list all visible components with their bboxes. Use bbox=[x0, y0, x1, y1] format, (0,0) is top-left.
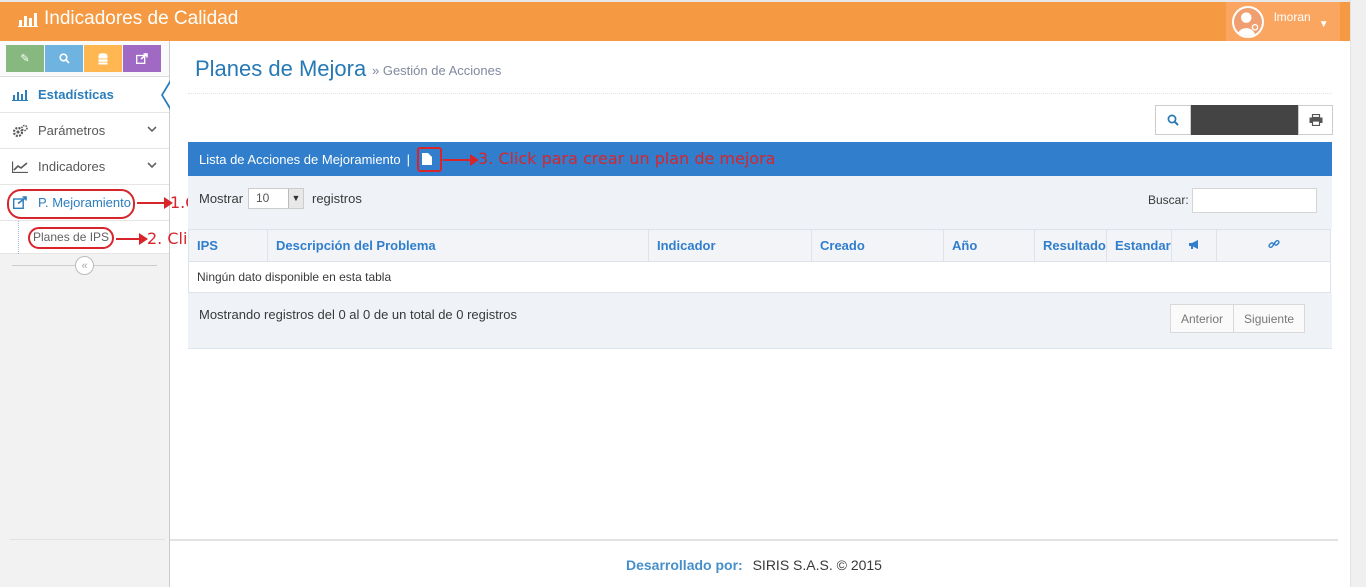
sidebar-collapse: « bbox=[0, 254, 169, 280]
page-subtitle: » Gestión de Acciones bbox=[372, 63, 502, 78]
annotation-step3: 3. Click para crear un plan de mejora bbox=[478, 149, 776, 168]
column-estandar[interactable]: Estandar bbox=[1106, 229, 1172, 262]
top-navbar: Indicadores de Calidad lmoran ▼ bbox=[0, 0, 1350, 41]
next-button[interactable]: Siguiente bbox=[1234, 304, 1306, 333]
sidebar-item-label: Indicadores bbox=[38, 159, 106, 174]
table-header-row: IPS Descripción del Problema Indicador C… bbox=[188, 229, 1331, 262]
datatable-controls: Mostrar 10 ▼ registros Buscar: bbox=[188, 176, 1332, 229]
bullhorn-icon bbox=[1189, 240, 1198, 249]
datatable-footer: Mostrando registros del 0 al 0 de un tot… bbox=[188, 293, 1332, 349]
table-row: Ningún dato disponible en esta tabla bbox=[188, 261, 1331, 293]
shortcut-database-button[interactable] bbox=[84, 45, 122, 72]
chevron-down-icon bbox=[147, 160, 157, 172]
sidebar-item-estadisticas[interactable]: Estadísticas bbox=[0, 77, 171, 113]
wrench-icon: ✎ bbox=[20, 53, 30, 65]
bar-chart-icon bbox=[11, 88, 29, 102]
active-indicator bbox=[161, 80, 171, 110]
user-avatar-icon bbox=[1234, 7, 1262, 36]
length-label: Mostrar bbox=[199, 191, 244, 206]
table-info: Mostrando registros del 0 al 0 de un tot… bbox=[199, 307, 517, 322]
link-icon bbox=[1267, 239, 1280, 249]
sidebar: ✎ Estadísticas Parámetros Indicadores P.… bbox=[0, 41, 171, 587]
footer: Desarrollado por: SIRIS S.A.S. © 2015 bbox=[170, 539, 1338, 587]
caret-down-icon: ▼ bbox=[1318, 19, 1329, 30]
column-link[interactable] bbox=[1216, 229, 1331, 262]
sidebar-item-parametros[interactable]: Parámetros bbox=[0, 113, 169, 149]
annotation-oval-step2 bbox=[28, 227, 114, 249]
column-descripcion[interactable]: Descripción del Problema bbox=[267, 229, 649, 262]
redacted-block bbox=[1191, 105, 1298, 135]
tool-search-button[interactable] bbox=[1155, 105, 1191, 135]
user-name: lmoran bbox=[1274, 9, 1311, 24]
line-chart-icon bbox=[11, 160, 29, 174]
brand[interactable]: Indicadores de Calidad bbox=[18, 8, 238, 30]
vertical-scrollbar[interactable] bbox=[1350, 0, 1366, 587]
table-title: Lista de Acciones de Mejoramiento bbox=[199, 151, 401, 167]
app-title: Indicadores de Calidad bbox=[44, 8, 239, 29]
sidebar-item-label: Parámetros bbox=[38, 123, 106, 138]
length-value: 10 bbox=[256, 191, 270, 205]
search-input[interactable] bbox=[1192, 188, 1317, 213]
page-title: Planes de Mejora bbox=[195, 56, 367, 81]
chevron-down-icon: ▼ bbox=[288, 189, 303, 208]
chevron-down-icon bbox=[147, 124, 157, 136]
pagination: Anterior Siguiente bbox=[1170, 304, 1306, 333]
avatar bbox=[1232, 5, 1264, 38]
sidebar-item-indicadores[interactable]: Indicadores bbox=[0, 149, 169, 185]
search-icon bbox=[1167, 114, 1179, 126]
submenu-tree-line bbox=[18, 221, 19, 254]
annotation-oval-step1 bbox=[7, 189, 135, 219]
column-indicador[interactable]: Indicador bbox=[648, 229, 812, 262]
gears-icon bbox=[11, 124, 29, 138]
data-table: IPS Descripción del Problema Indicador C… bbox=[188, 229, 1331, 293]
user-menu[interactable]: lmoran ▼ bbox=[1226, 2, 1340, 41]
shortcut-search-button[interactable] bbox=[45, 45, 83, 72]
annotation-arrow-step3 bbox=[443, 154, 479, 166]
search-icon bbox=[58, 53, 70, 64]
column-creado[interactable]: Creado bbox=[811, 229, 944, 262]
column-ips[interactable]: IPS bbox=[188, 229, 268, 262]
footer-label: Desarrollado por: bbox=[626, 557, 743, 573]
divider bbox=[10, 539, 165, 540]
share-icon bbox=[136, 53, 148, 64]
shortcut-wrench-button[interactable]: ✎ bbox=[6, 45, 44, 72]
column-resultado[interactable]: Resultado bbox=[1034, 229, 1107, 262]
bar-chart-icon bbox=[18, 13, 38, 27]
length-select[interactable]: 10 ▼ bbox=[248, 188, 304, 209]
sidebar-shortcuts: ✎ bbox=[0, 41, 169, 77]
double-chevron-left-icon[interactable]: « bbox=[75, 256, 94, 275]
separator: | bbox=[406, 151, 411, 167]
search-label: Buscar: bbox=[1148, 193, 1189, 207]
tool-print-button[interactable] bbox=[1298, 105, 1333, 135]
footer-text: SIRIS S.A.S. © 2015 bbox=[752, 557, 882, 573]
column-anio[interactable]: Año bbox=[943, 229, 1035, 262]
shortcut-share-button[interactable] bbox=[123, 45, 161, 72]
table-tools bbox=[1155, 105, 1333, 135]
print-icon bbox=[1309, 114, 1322, 126]
database-icon bbox=[98, 52, 108, 64]
length-suffix: registros bbox=[312, 191, 362, 206]
column-alert[interactable] bbox=[1171, 229, 1217, 262]
page-header: Planes de Mejora » Gestión de Acciones bbox=[188, 48, 1332, 94]
annotation-arrow-step1 bbox=[137, 197, 173, 209]
annotation-box-step3 bbox=[417, 147, 442, 172]
annotation-arrow-step2 bbox=[116, 233, 148, 245]
empty-message: Ningún dato disponible en esta tabla bbox=[188, 261, 1331, 293]
sidebar-item-label: Estadísticas bbox=[38, 87, 114, 102]
previous-button[interactable]: Anterior bbox=[1170, 304, 1235, 333]
